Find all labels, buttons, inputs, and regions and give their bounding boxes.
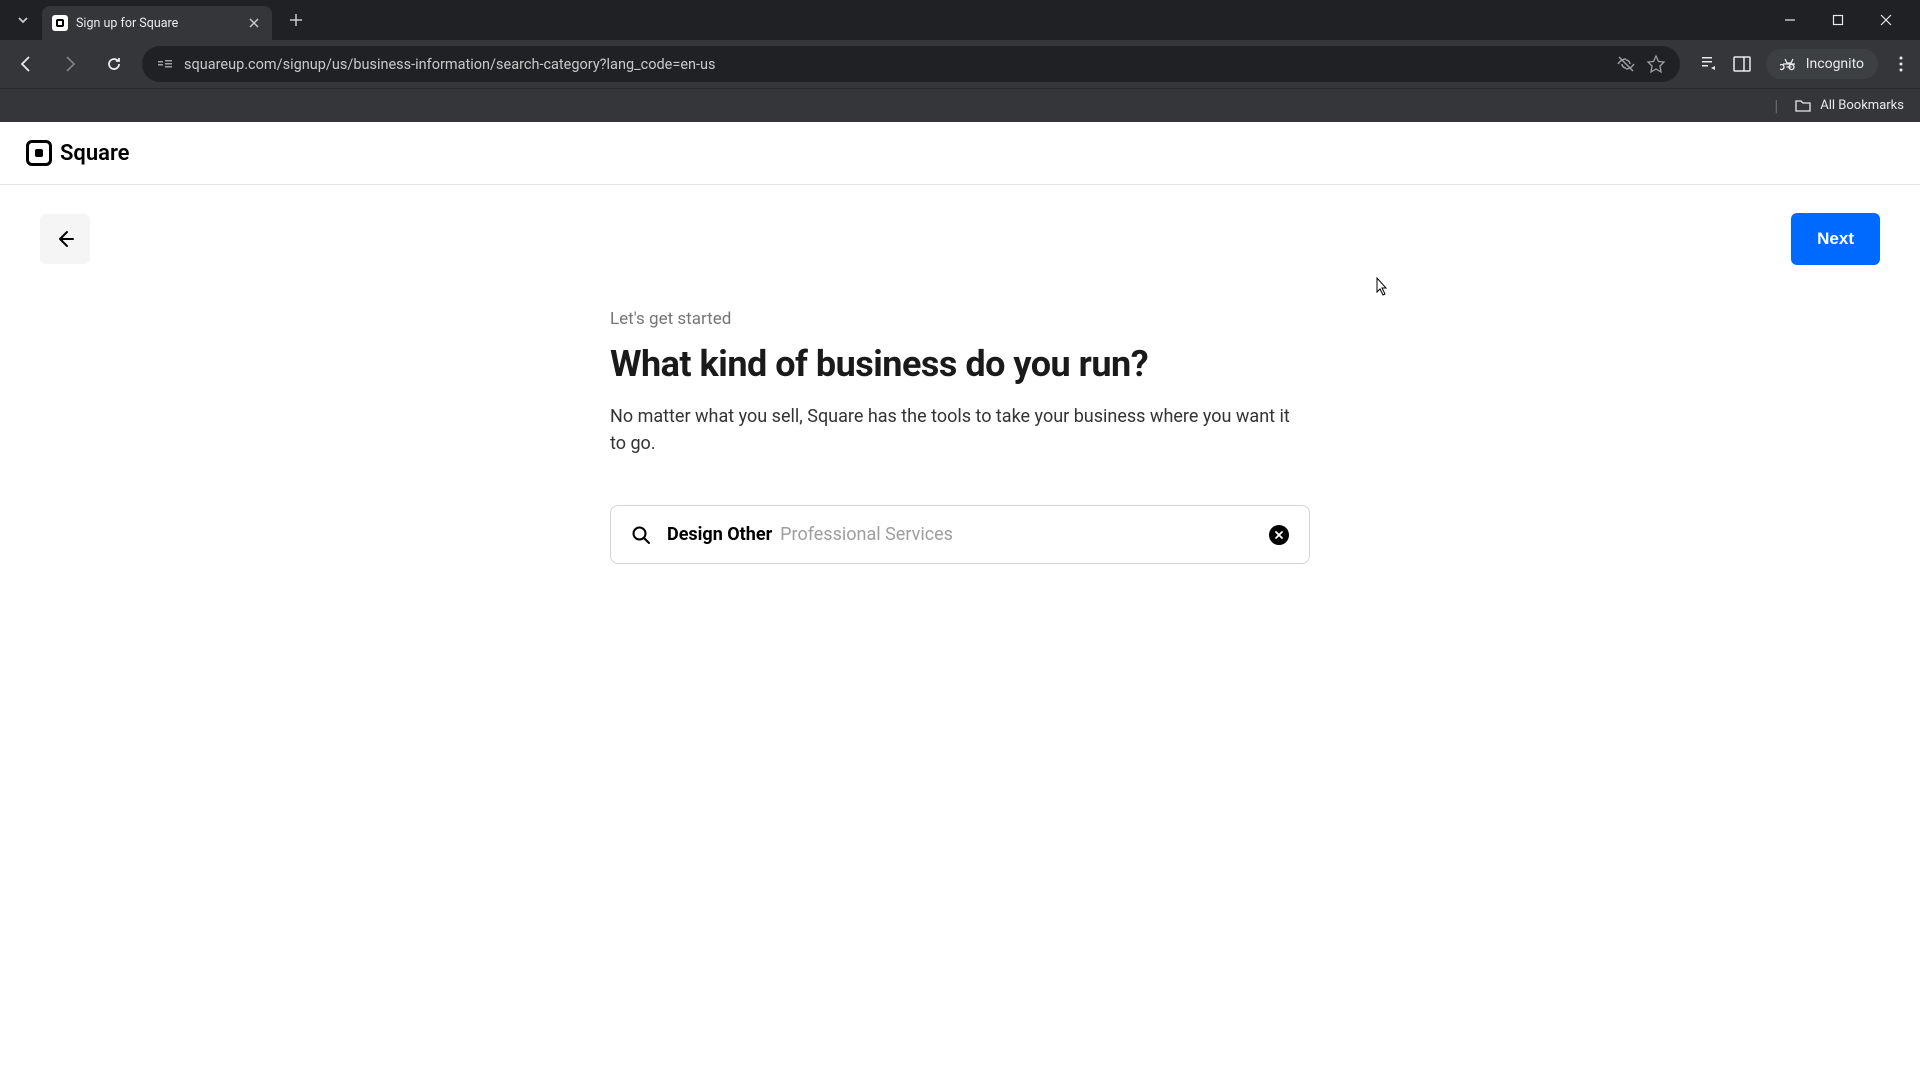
browser-toolbar: squareup.com/signup/us/business-informat… (0, 40, 1920, 88)
square-logo-icon (26, 140, 52, 166)
bookmarks-bar: | All Bookmarks (0, 88, 1920, 122)
page-subtext: No matter what you sell, Square has the … (610, 403, 1310, 457)
main-content: Let's get started What kind of business … (590, 309, 1330, 564)
new-tab-button[interactable] (282, 6, 310, 34)
tab-close-button[interactable] (246, 15, 262, 31)
back-nav-button[interactable] (10, 48, 42, 80)
minimize-button[interactable] (1776, 6, 1804, 34)
forward-nav-button[interactable] (54, 48, 86, 80)
browser-tab[interactable]: Sign up for Square (42, 6, 272, 40)
search-content: Design Other Professional Services (667, 524, 1253, 545)
page-content: Square Next Let's get started What kind … (0, 122, 1920, 564)
page-header: Square (0, 122, 1920, 185)
page-nav: Next (0, 185, 1920, 279)
square-logo-text: Square (60, 141, 130, 166)
bookmark-star-icon[interactable] (1646, 54, 1666, 74)
search-icon (631, 525, 651, 545)
search-selected-value: Design Other (667, 524, 772, 545)
incognito-icon (1780, 55, 1798, 73)
x-icon (1274, 530, 1284, 540)
incognito-badge[interactable]: Incognito (1766, 49, 1878, 79)
reload-button[interactable] (98, 48, 130, 80)
bookmarks-separator: | (1774, 96, 1778, 115)
window-controls (1776, 6, 1912, 34)
browser-chrome: Sign up for Square (0, 0, 1920, 122)
tab-bar: Sign up for Square (0, 0, 1920, 40)
media-control-icon[interactable] (1698, 54, 1718, 74)
eye-off-icon[interactable] (1616, 54, 1636, 74)
page-heading: What kind of business do you run? (610, 343, 1310, 385)
page-back-button[interactable] (40, 214, 90, 264)
all-bookmarks-button[interactable]: All Bookmarks (1794, 97, 1904, 115)
folder-icon (1794, 97, 1812, 115)
url-text: squareup.com/signup/us/business-informat… (184, 56, 1606, 73)
site-info-button[interactable] (156, 55, 174, 73)
toolbar-icons: Incognito (1698, 49, 1910, 79)
incognito-label: Incognito (1806, 56, 1864, 72)
next-button[interactable]: Next (1791, 213, 1880, 265)
close-window-button[interactable] (1872, 6, 1900, 34)
tab-search-dropdown[interactable] (8, 5, 38, 35)
business-category-field[interactable]: Design Other Professional Services (610, 505, 1310, 564)
browser-menu-button[interactable] (1892, 55, 1910, 73)
eyebrow-text: Let's get started (610, 309, 1310, 329)
all-bookmarks-label: All Bookmarks (1820, 98, 1904, 113)
clear-search-button[interactable] (1269, 525, 1289, 545)
square-logo[interactable]: Square (26, 140, 130, 166)
side-panel-icon[interactable] (1732, 54, 1752, 74)
maximize-button[interactable] (1824, 6, 1852, 34)
tab-favicon-icon (52, 15, 68, 31)
search-selected-category: Professional Services (780, 524, 953, 545)
tab-title: Sign up for Square (76, 16, 238, 31)
arrow-left-icon (54, 228, 76, 250)
address-bar[interactable]: squareup.com/signup/us/business-informat… (142, 46, 1680, 82)
